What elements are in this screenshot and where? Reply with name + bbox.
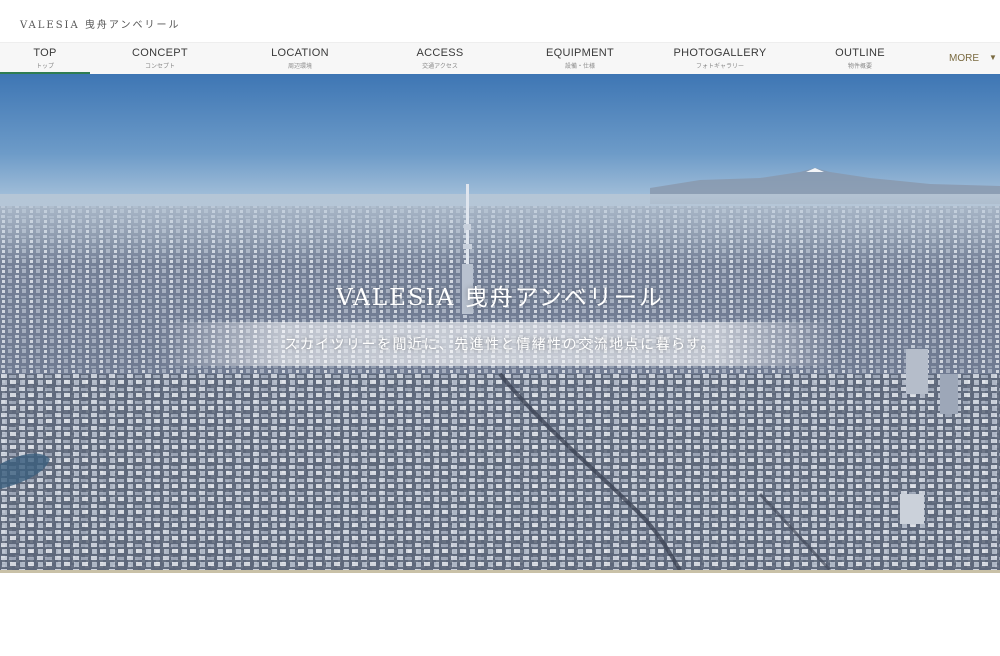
global-nav: TOP トップ CONCEPT コンセプト LOCATION 周辺環境 ACCE…: [0, 42, 1000, 75]
nav-label: EQUIPMENT: [545, 47, 615, 59]
chevron-down-icon: ▼: [989, 53, 997, 62]
nav-sublabel: 交通アクセス: [422, 63, 458, 70]
nav-sublabel: コンセプト: [144, 63, 175, 70]
nav-item-outline[interactable]: OUTLINE 物件概要: [800, 43, 920, 75]
nav-label: TOP: [33, 47, 57, 59]
nav-label: CONCEPT: [132, 47, 188, 59]
nav-sublabel: 設備・仕様: [564, 63, 595, 70]
hero-divider: [0, 570, 1000, 573]
nav-sublabel: 物件概要: [847, 63, 872, 70]
nav-label: LOCATION: [271, 47, 329, 59]
hero-title: VALESIA 曳舟アンベリール: [336, 285, 664, 311]
nav-more-button[interactable]: MORE ▼: [935, 43, 1000, 75]
nav-more-label: MORE: [949, 53, 979, 64]
nav-item-photogallery[interactable]: PHOTOGALLERY フォトギャラリー: [660, 43, 780, 75]
nav-label: PHOTOGALLERY: [673, 47, 767, 59]
top-header: VALESIA 曳舟アンベリール: [0, 0, 1000, 42]
site-logo[interactable]: VALESIA 曳舟アンベリール: [20, 16, 181, 31]
nav-label: OUTLINE: [835, 47, 885, 59]
nav-label: ACCESS: [416, 47, 464, 59]
hero-image: VALESIA 曳舟アンベリール スカイツリーを間近に、先進性と情緒性の交流地点…: [0, 74, 1000, 570]
nav-item-top[interactable]: TOP トップ: [0, 43, 90, 75]
nav-sublabel: フォトギャラリー: [695, 63, 744, 70]
nav-item-location[interactable]: LOCATION 周辺環境: [240, 43, 360, 75]
nav-item-equipment[interactable]: EQUIPMENT 設備・仕様: [520, 43, 640, 75]
nav-item-access[interactable]: ACCESS 交通アクセス: [380, 43, 500, 75]
hero-tagline: スカイツリーを間近に、先進性と情緒性の交流地点に暮らす。: [284, 337, 716, 353]
nav-sublabel: トップ: [35, 63, 54, 70]
nav-sublabel: 周辺環境: [287, 63, 312, 70]
nav-item-concept[interactable]: CONCEPT コンセプト: [100, 43, 220, 75]
